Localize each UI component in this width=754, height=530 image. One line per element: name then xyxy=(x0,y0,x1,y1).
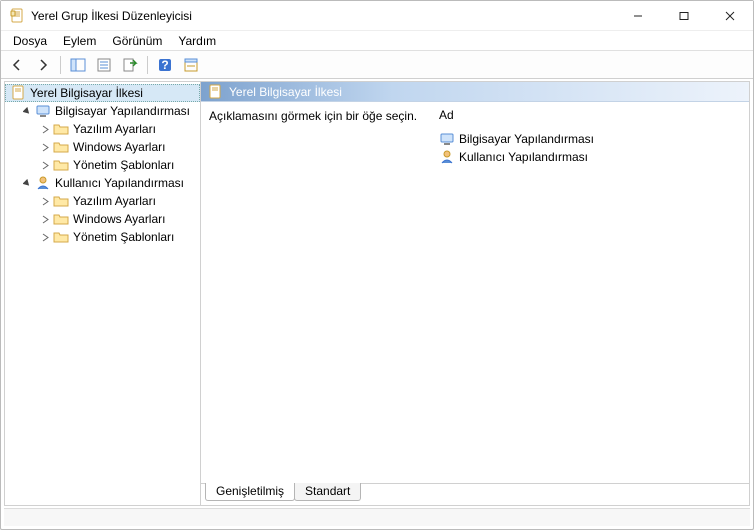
folder-icon xyxy=(53,193,69,209)
tree-label: Yerel Bilgisayar İlkesi xyxy=(30,86,143,100)
close-button[interactable] xyxy=(707,1,753,30)
tab-extended[interactable]: Genişletilmiş xyxy=(205,483,295,501)
folder-icon xyxy=(53,211,69,227)
expand-icon[interactable] xyxy=(39,231,51,243)
properties-button[interactable] xyxy=(92,54,116,76)
expand-icon[interactable] xyxy=(39,141,51,153)
column-header-name[interactable]: Ad xyxy=(437,108,741,122)
computer-icon xyxy=(35,103,51,119)
tree-root[interactable]: Yerel Bilgisayar İlkesi xyxy=(5,84,200,102)
window-buttons xyxy=(615,1,753,30)
app-window: Yerel Grup İlkesi Düzenleyicisi Dosya Ey… xyxy=(0,0,754,530)
user-icon xyxy=(439,149,455,165)
list-item-label: Bilgisayar Yapılandırması xyxy=(459,132,594,146)
tree-software-settings[interactable]: Yazılım Ayarları xyxy=(5,192,200,210)
folder-icon xyxy=(53,139,69,155)
mmc-icon xyxy=(207,84,223,100)
forward-button[interactable] xyxy=(31,54,55,76)
tree-label: Windows Ayarları xyxy=(73,140,165,154)
expand-icon[interactable] xyxy=(39,159,51,171)
list-item[interactable]: Bilgisayar Yapılandırması xyxy=(437,130,741,148)
expand-icon[interactable] xyxy=(39,195,51,207)
svg-text:?: ? xyxy=(161,58,168,72)
tree-windows-settings[interactable]: Windows Ayarları xyxy=(5,210,200,228)
tree-software-settings[interactable]: Yazılım Ayarları xyxy=(5,120,200,138)
tab-standard[interactable]: Standart xyxy=(294,483,361,501)
tree-computer-config[interactable]: Bilgisayar Yapılandırması xyxy=(5,102,200,120)
menu-help[interactable]: Yardım xyxy=(170,32,224,50)
menu-view[interactable]: Görünüm xyxy=(104,32,170,50)
tree-label: Windows Ayarları xyxy=(73,212,165,226)
tree-admin-templates[interactable]: Yönetim Şablonları xyxy=(5,156,200,174)
expand-icon[interactable] xyxy=(39,213,51,225)
details-body: Açıklamasını görmek için bir öğe seçin. … xyxy=(201,102,749,483)
help-button[interactable]: ? xyxy=(153,54,177,76)
folder-icon xyxy=(53,157,69,173)
tree-label: Yazılım Ayarları xyxy=(73,194,156,208)
description-pane: Açıklamasını görmek için bir öğe seçin. xyxy=(209,108,419,477)
maximize-button[interactable] xyxy=(661,1,707,30)
menubar: Dosya Eylem Görünüm Yardım xyxy=(1,31,753,51)
tree-user-config[interactable]: Kullanıcı Yapılandırması xyxy=(5,174,200,192)
toolbar-separator xyxy=(60,56,61,74)
tree-label: Bilgisayar Yapılandırması xyxy=(55,104,190,118)
statusbar xyxy=(4,508,750,526)
back-button[interactable] xyxy=(5,54,29,76)
minimize-button[interactable] xyxy=(615,1,661,30)
menu-file[interactable]: Dosya xyxy=(5,32,55,50)
tree-label: Yönetim Şablonları xyxy=(73,158,174,172)
list-pane: Ad Bilgisayar Yapılandırması xyxy=(437,108,741,477)
tree-label: Yönetim Şablonları xyxy=(73,230,174,244)
list-item-label: Kullanıcı Yapılandırması xyxy=(459,150,588,164)
folder-icon xyxy=(53,121,69,137)
menu-action[interactable]: Eylem xyxy=(55,32,104,50)
folder-icon xyxy=(53,229,69,245)
mmc-icon xyxy=(10,85,26,101)
tree-label: Yazılım Ayarları xyxy=(73,122,156,136)
list-item[interactable]: Kullanıcı Yapılandırması xyxy=(437,148,741,166)
titlebar: Yerel Grup İlkesi Düzenleyicisi xyxy=(1,1,753,31)
details-header-title: Yerel Bilgisayar İlkesi xyxy=(229,85,342,99)
collapse-icon[interactable] xyxy=(21,105,33,117)
tree-windows-settings[interactable]: Windows Ayarları xyxy=(5,138,200,156)
computer-icon xyxy=(439,131,455,147)
expand-icon[interactable] xyxy=(39,123,51,135)
tree-admin-templates[interactable]: Yönetim Şablonları xyxy=(5,228,200,246)
mmc-icon xyxy=(9,8,25,24)
window-title: Yerel Grup İlkesi Düzenleyicisi xyxy=(31,9,615,23)
tree-pane[interactable]: Yerel Bilgisayar İlkesi Bilgisayar Yapıl… xyxy=(5,82,201,505)
description-text: Açıklamasını görmek için bir öğe seçin. xyxy=(209,109,417,123)
collapse-icon[interactable] xyxy=(21,177,33,189)
details-header: Yerel Bilgisayar İlkesi xyxy=(201,82,749,102)
tree-label: Kullanıcı Yapılandırması xyxy=(55,176,184,190)
show-hide-tree-button[interactable] xyxy=(66,54,90,76)
user-icon xyxy=(35,175,51,191)
toolbar-separator xyxy=(147,56,148,74)
view-tabs: Genişletilmiş Standart xyxy=(201,483,749,505)
details-pane: Yerel Bilgisayar İlkesi Açıklamasını gör… xyxy=(201,82,749,505)
export-list-button[interactable] xyxy=(118,54,142,76)
toolbar: ? xyxy=(1,51,753,79)
filter-button[interactable] xyxy=(179,54,203,76)
main-body: Yerel Bilgisayar İlkesi Bilgisayar Yapıl… xyxy=(4,81,750,506)
